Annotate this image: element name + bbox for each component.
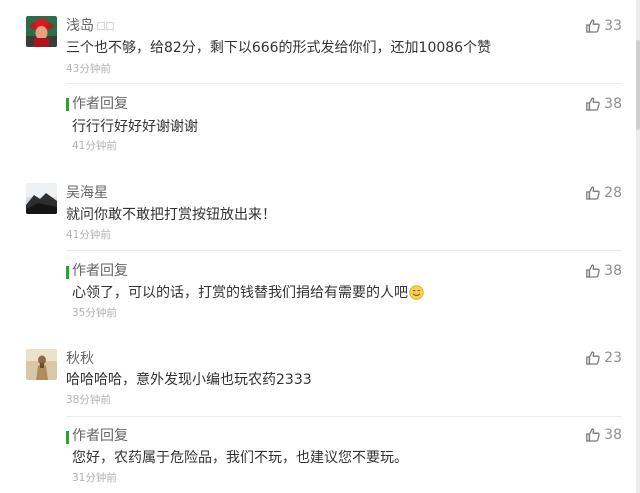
comment-username[interactable]: 浅岛 口口 bbox=[66, 18, 115, 36]
thumbs-up-icon bbox=[586, 351, 600, 365]
thumbs-up-icon bbox=[586, 19, 600, 33]
reply-accent-bar bbox=[66, 431, 69, 444]
reply-label: 作者回复 bbox=[72, 96, 128, 112]
like-button[interactable]: 23 bbox=[586, 350, 622, 366]
thumbs-up-icon bbox=[586, 97, 600, 111]
avatar[interactable] bbox=[26, 16, 57, 47]
like-count: 33 bbox=[604, 18, 622, 34]
like-count: 38 bbox=[604, 427, 622, 443]
comment-item: 浅岛 口口 33 三个也不够，给82分，剩下以666的形式发给你们，还加10086… bbox=[0, 16, 632, 176]
reply-text: 您好，农药属于危险品，我们不玩，也建议您不要玩。 bbox=[72, 450, 408, 466]
comment-text: 就问你敢不敢把打赏按钮放出来！ bbox=[66, 207, 276, 223]
divider bbox=[66, 416, 622, 417]
thumbs-up-icon bbox=[586, 264, 600, 278]
reply-text: 行行行好好好谢谢谢 bbox=[72, 119, 198, 135]
reply-accent-bar bbox=[66, 98, 69, 111]
like-button[interactable]: 38 bbox=[586, 96, 622, 112]
comment-time: 38分钟前 bbox=[66, 394, 111, 406]
like-count: 38 bbox=[604, 96, 622, 112]
comment-item: 吴海星 28 就问你敢不敢把打赏按钮放出来！ 41分钟前 作者回复 38 心领了… bbox=[0, 183, 632, 343]
smile-emoji-icon bbox=[409, 285, 424, 300]
thumbs-up-icon bbox=[586, 186, 600, 200]
reply-accent-bar bbox=[66, 266, 69, 279]
comment-username[interactable]: 吴海星 bbox=[66, 185, 108, 201]
comment-item: 秋秋 23 哈哈哈哈，意外发现小编也玩农药2333 38分钟前 作者回复 38 … bbox=[0, 349, 632, 493]
like-count: 38 bbox=[604, 263, 622, 279]
like-count: 28 bbox=[604, 185, 622, 201]
reply-text: 心领了，可以的话，打赏的钱替我们捐给有需要的人吧 bbox=[72, 285, 408, 301]
like-count: 23 bbox=[604, 350, 622, 366]
reply-label: 作者回复 bbox=[72, 263, 128, 279]
scrollbar-thumb[interactable] bbox=[636, 40, 640, 130]
reply-time: 35分钟前 bbox=[72, 307, 117, 319]
comment-time: 43分钟前 bbox=[66, 63, 111, 75]
like-button[interactable]: 38 bbox=[586, 427, 622, 443]
reply-time: 41分钟前 bbox=[72, 140, 117, 152]
avatar[interactable] bbox=[26, 349, 57, 380]
reply-time: 31分钟前 bbox=[72, 472, 117, 484]
like-button[interactable]: 33 bbox=[586, 18, 622, 34]
comment-username[interactable]: 秋秋 bbox=[66, 351, 94, 367]
like-button[interactable]: 38 bbox=[586, 263, 622, 279]
divider bbox=[66, 83, 622, 84]
scrollbar[interactable] bbox=[636, 0, 640, 493]
divider bbox=[66, 250, 622, 251]
username-suffix: 口口 bbox=[96, 22, 115, 33]
comment-text: 三个也不够，给82分，剩下以666的形式发给你们，还加10086个赞 bbox=[66, 40, 492, 56]
reply-text-line: 心领了，可以的话，打赏的钱替我们捐给有需要的人吧 bbox=[72, 284, 424, 302]
thumbs-up-icon bbox=[586, 428, 600, 442]
avatar[interactable] bbox=[26, 183, 57, 214]
reply-label: 作者回复 bbox=[72, 428, 128, 444]
like-button[interactable]: 28 bbox=[586, 185, 622, 201]
comment-time: 41分钟前 bbox=[66, 229, 111, 241]
comment-text: 哈哈哈哈，意外发现小编也玩农药2333 bbox=[66, 372, 312, 388]
